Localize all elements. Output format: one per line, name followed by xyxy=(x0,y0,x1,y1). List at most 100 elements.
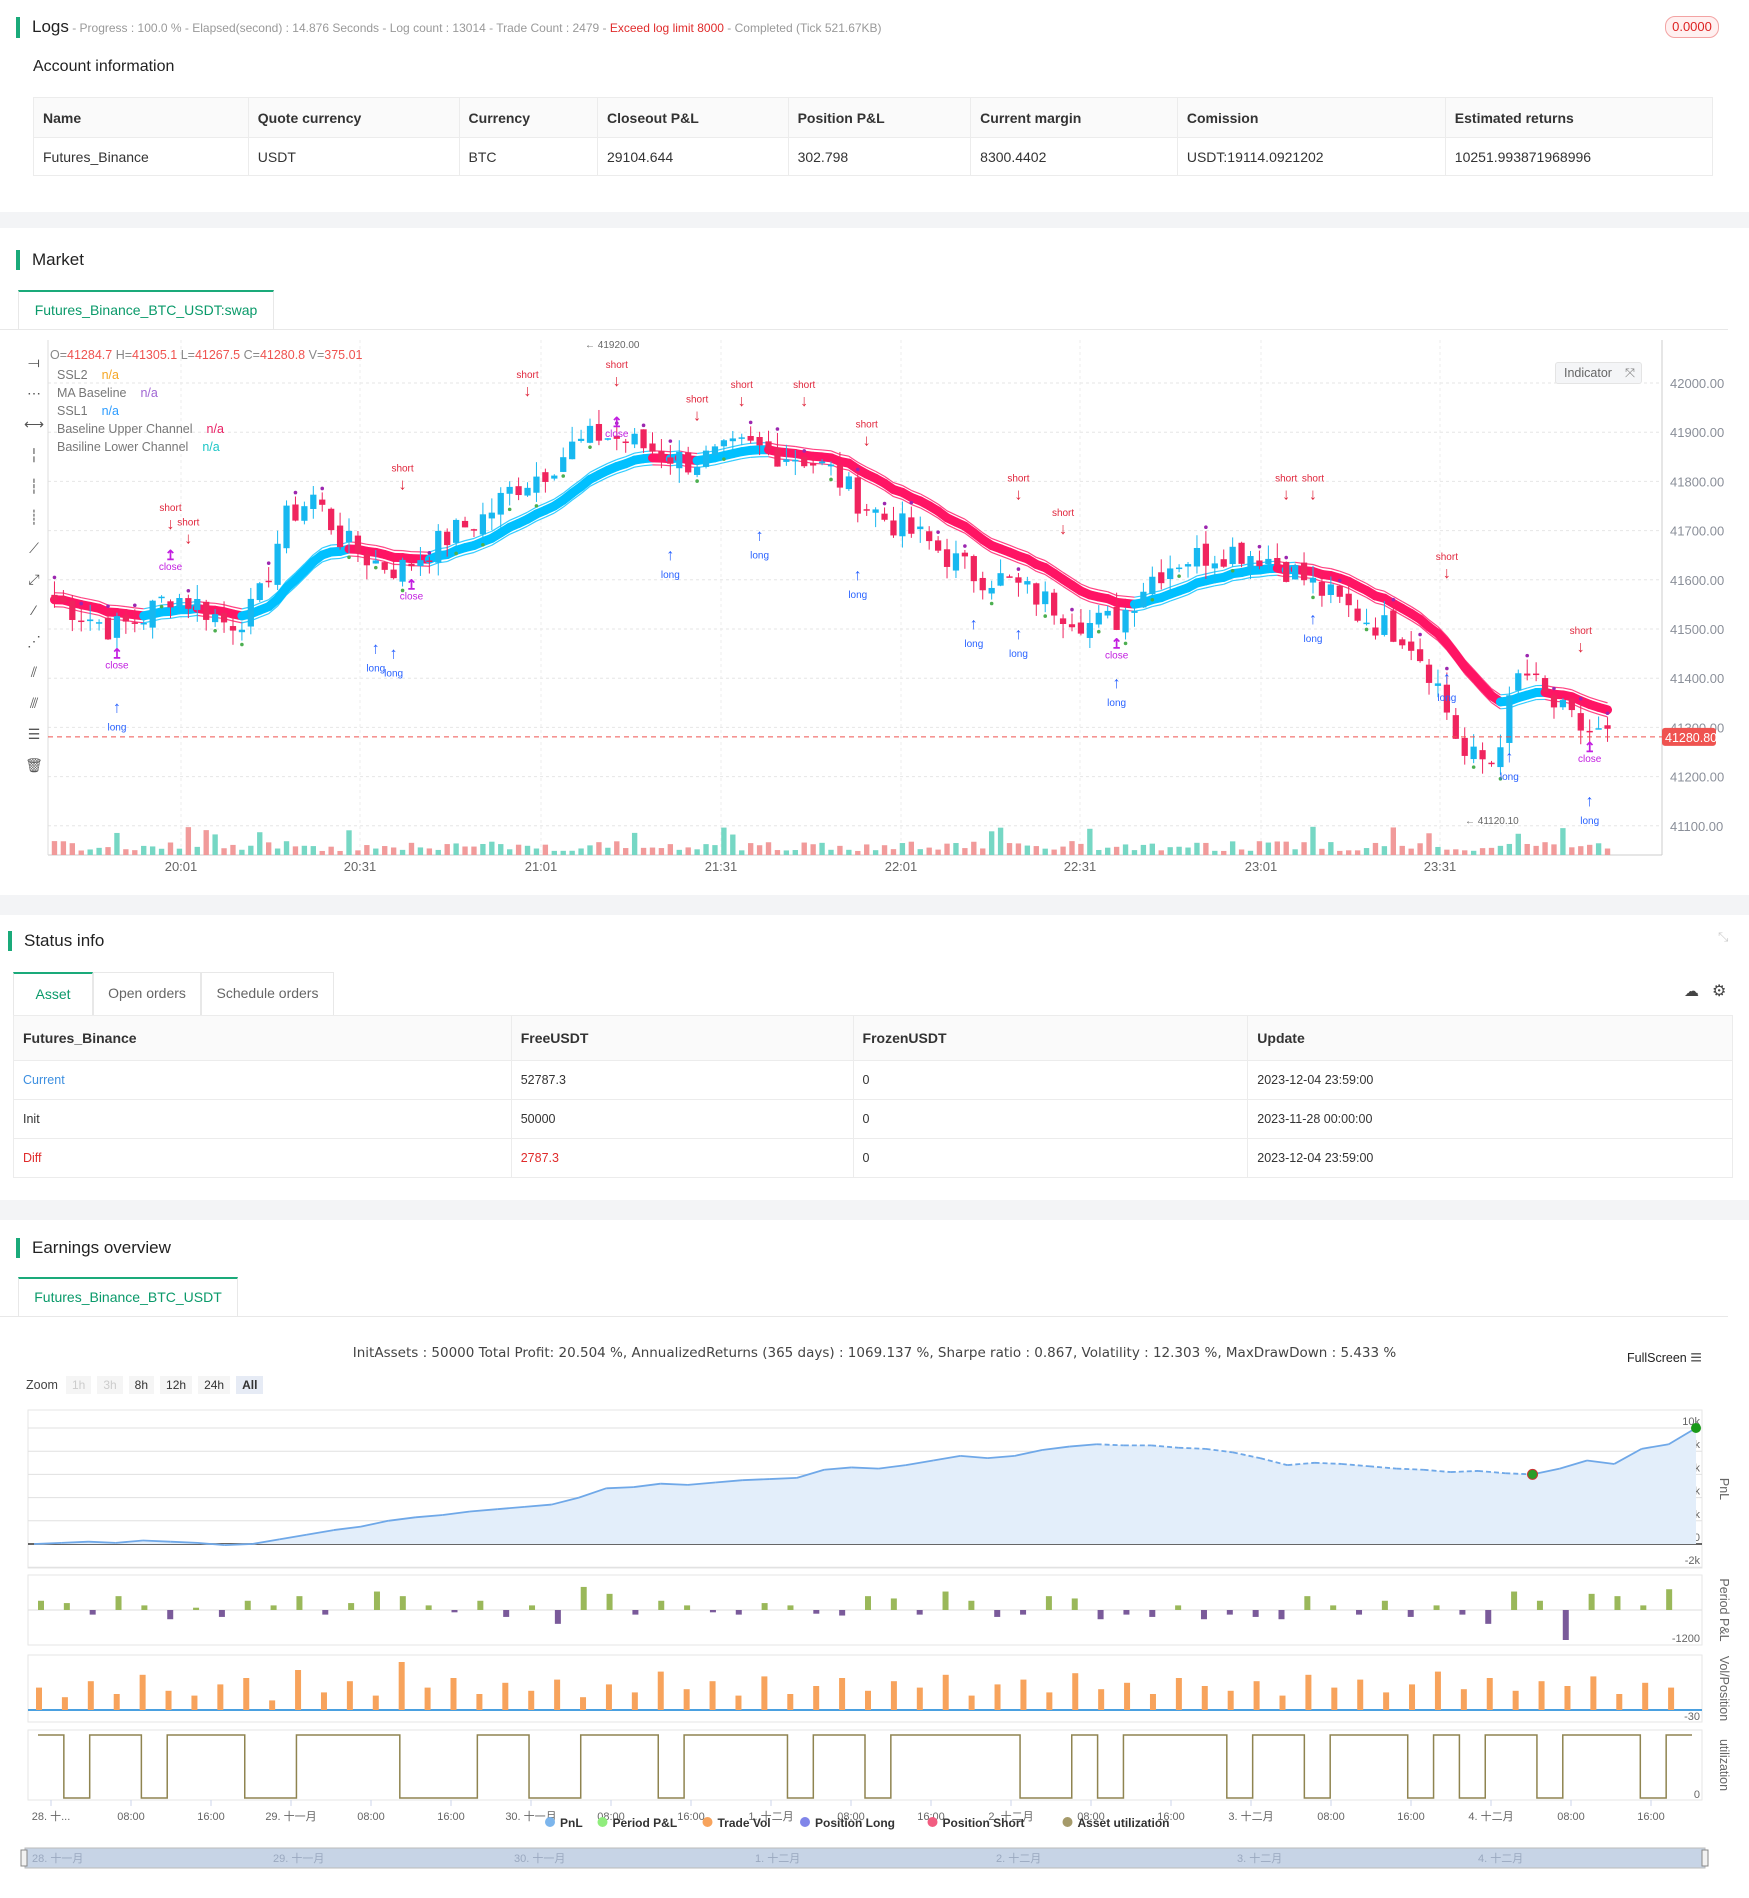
baseline-upper-channel-segment xyxy=(1527,684,1537,689)
baseline-lower-channel-segment xyxy=(723,460,733,464)
time-label: 22:01 xyxy=(885,859,918,874)
candle-body xyxy=(444,531,451,546)
volume-bar xyxy=(257,832,263,855)
volume-bar xyxy=(1087,828,1093,855)
candle-body xyxy=(845,476,852,490)
time-label: 20:01 xyxy=(165,859,198,874)
x-label: 08:00 xyxy=(117,1811,145,1823)
zoom-option-3h[interactable]: 3h xyxy=(97,1376,123,1394)
zoom-option-All[interactable]: All xyxy=(236,1376,264,1394)
baseline-lower-channel-segment xyxy=(170,616,180,619)
trade-label-long: long xyxy=(1500,772,1519,783)
volume-bar xyxy=(1292,849,1298,855)
trade-vol-bar xyxy=(1331,1687,1338,1710)
volume-bar xyxy=(1069,841,1075,855)
zoom-option-24h[interactable]: 24h xyxy=(198,1376,231,1394)
candle-body xyxy=(1586,730,1593,733)
volume-bar xyxy=(997,827,1004,855)
period-pnl-bar xyxy=(632,1610,639,1615)
tab-market-symbol[interactable]: Futures_Binance_BTC_USDT:swap xyxy=(18,290,274,330)
candle-body xyxy=(1541,678,1549,692)
profit-badge[interactable]: 0.0000 xyxy=(1665,16,1719,38)
legend-value: n/a xyxy=(101,404,119,418)
pnl-line-segment xyxy=(33,1541,62,1545)
candle-body xyxy=(1202,543,1210,566)
tab-open-orders[interactable]: Open orders xyxy=(93,972,201,1015)
short-arrow-icon: ↓ xyxy=(693,408,701,425)
volume-bar xyxy=(1363,848,1370,855)
ssl-dot xyxy=(481,542,485,547)
volume-bar xyxy=(1346,850,1352,855)
cloud-download-icon[interactable]: ☁ xyxy=(1684,982,1699,1000)
trade-label-long: long xyxy=(848,590,867,601)
baseline-upper-channel-segment xyxy=(1500,693,1510,696)
volume-bar xyxy=(792,850,798,855)
row-label[interactable]: Current xyxy=(13,1060,512,1100)
time-label: 23:31 xyxy=(1424,859,1457,874)
candle-body xyxy=(1479,750,1486,760)
volume-bar xyxy=(1122,844,1129,855)
trade-vol-bar xyxy=(320,1692,327,1710)
ssl-dot xyxy=(1311,595,1315,600)
candle-body xyxy=(1131,610,1138,613)
volume-bar xyxy=(1399,845,1405,855)
zoom-option-12h[interactable]: 12h xyxy=(160,1376,193,1394)
tab-schedule-orders[interactable]: Schedule orders xyxy=(201,972,334,1015)
tab-asset[interactable]: Asset xyxy=(13,972,93,1015)
candle-body xyxy=(461,520,469,528)
fullscreen-button[interactable]: FullScreen ≡ xyxy=(1627,1347,1702,1370)
trade-label-short: short xyxy=(1570,626,1592,637)
baseline-upper-channel-segment xyxy=(1375,588,1385,592)
candle-body xyxy=(926,531,933,542)
candle-body xyxy=(69,600,76,620)
trade-vol-bar xyxy=(890,1681,897,1710)
collapse-icon[interactable]: ⤡ xyxy=(1718,929,1728,945)
trade-vol-bar xyxy=(1434,1671,1441,1710)
volume-bar xyxy=(1033,846,1039,855)
volume-bar xyxy=(1167,847,1173,855)
candle-body xyxy=(140,622,147,625)
baseline-lower-channel-segment xyxy=(1250,576,1260,579)
ssl-dot xyxy=(695,479,699,483)
logs-status-suffix: - Completed (Tick 521.67KB) xyxy=(723,21,882,35)
volume-bar xyxy=(1194,842,1200,855)
expand-icon[interactable]: ⤧ xyxy=(1625,363,1635,383)
baseline-lower-channel-segment xyxy=(1196,587,1207,591)
period-pnl-bar xyxy=(193,1607,200,1610)
trade-vol-bar xyxy=(502,1682,509,1710)
trade-label-long: long xyxy=(366,664,385,675)
tab-earnings-symbol[interactable]: Futures_Binance_BTC_USDT xyxy=(18,1277,238,1317)
zoom-option-8h[interactable]: 8h xyxy=(128,1376,155,1394)
ssl-dot xyxy=(1150,597,1155,602)
volume-bar xyxy=(980,848,986,855)
trade-vol-bar xyxy=(554,1679,561,1710)
short-arrow-icon: ↓ xyxy=(1014,486,1022,503)
indicator-button[interactable]: Indicator ⤧ xyxy=(1555,362,1642,384)
menu-icon[interactable]: ≡ xyxy=(1690,1347,1702,1369)
trade-vol-bar xyxy=(968,1695,975,1710)
settings-icon[interactable]: ⚙ xyxy=(1712,981,1726,1001)
period-pnl-bar xyxy=(425,1605,432,1610)
price-tick-label: 42000.00 xyxy=(1670,376,1724,391)
volume-bar xyxy=(373,848,379,855)
candle-body xyxy=(765,441,772,450)
volume-bar xyxy=(587,845,593,855)
candle-body xyxy=(622,441,629,444)
volume-bar xyxy=(1256,841,1263,855)
baseline-lower-channel-segment xyxy=(1098,603,1108,607)
zoom-option-1h[interactable]: 1h xyxy=(65,1376,92,1394)
volume-bar xyxy=(1524,843,1530,855)
period-pnl-bar xyxy=(1459,1610,1466,1615)
candle-body xyxy=(60,596,67,603)
earnings-chart[interactable]: PnLPeriod P&LVol/Positionutilization10k8… xyxy=(0,1400,1749,1880)
trade-label-close: close xyxy=(159,562,183,573)
volume-bar xyxy=(1542,842,1548,855)
short-arrow-icon: ↓ xyxy=(613,373,621,390)
candle-body xyxy=(78,620,85,623)
candle-body xyxy=(934,540,942,551)
volume-bar xyxy=(1149,843,1156,855)
candle-body xyxy=(1524,673,1531,676)
candlestick-chart[interactable]: 42000.00 41900.00 41800.00 41700.00 41600.00… xyxy=(0,340,1749,890)
ohlc-readout: O=41284.7 H=41305.1 L=41267.5 C=41280.8 … xyxy=(50,348,363,362)
trade-label-close: close xyxy=(1578,754,1602,765)
